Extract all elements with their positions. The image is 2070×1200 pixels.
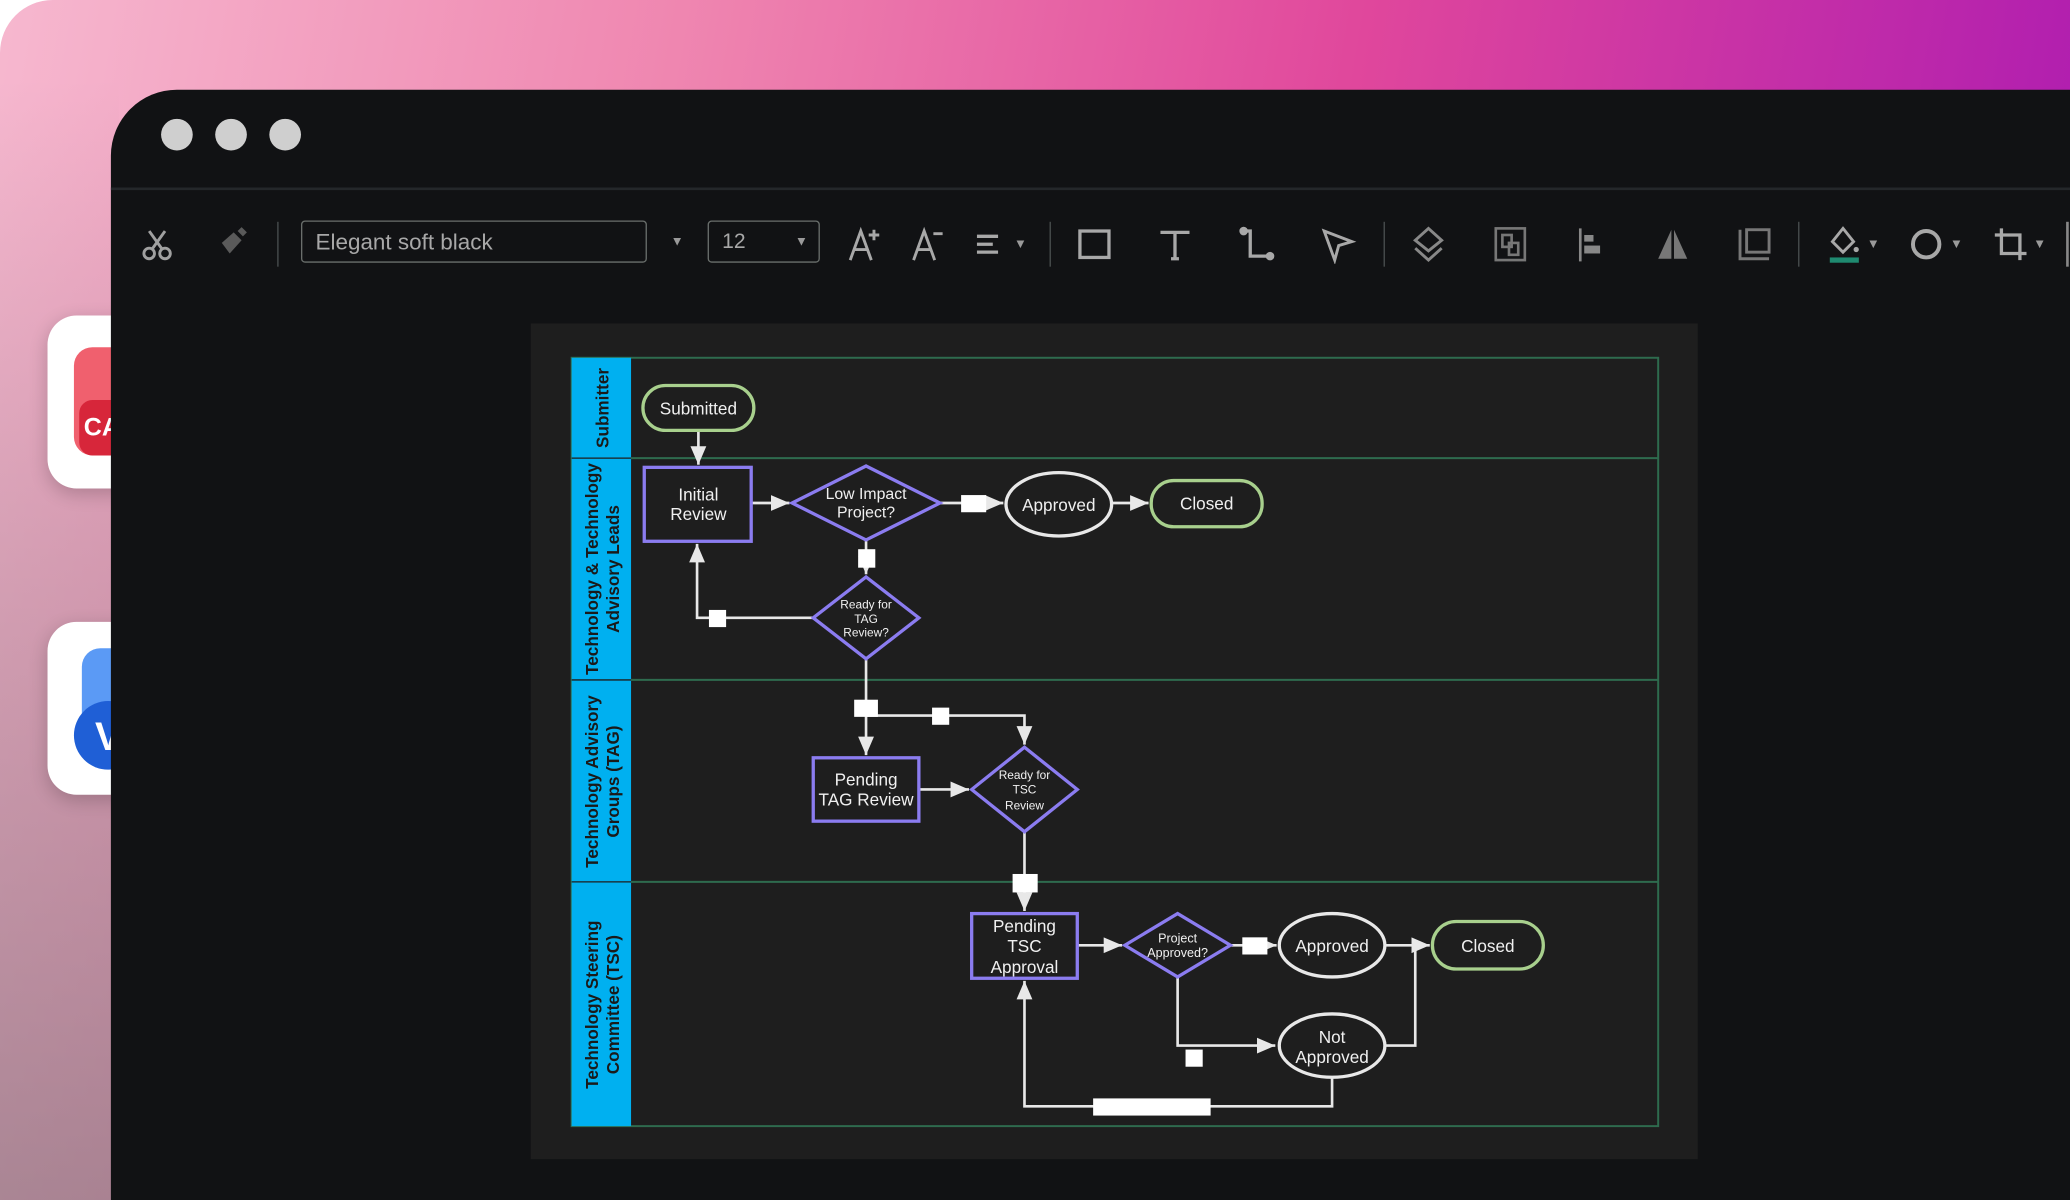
label-approved-1: Approved bbox=[1022, 495, 1095, 515]
label-approved-2: Approved bbox=[1295, 936, 1368, 956]
label-pending-tag-2: TAG Review bbox=[819, 789, 915, 809]
label-ready-tsc-3: Review bbox=[1005, 798, 1044, 812]
swimlane-diagram[interactable]: Submitter Technology & TechnologyAdvisor… bbox=[0, 0, 2070, 1200]
connector-labels bbox=[708, 495, 1268, 1116]
label-ready-tsc-2: TSC bbox=[1013, 782, 1037, 796]
label-not-approved-1: Not bbox=[1319, 1027, 1346, 1047]
label-ready-tsc-1: Ready for bbox=[999, 768, 1051, 782]
label-initial-review-2: Review bbox=[670, 504, 727, 524]
page: CAD V Elegant soft black ▼ 12▼ ▼ bbox=[0, 0, 2070, 1200]
label-ready-tag-1: Ready for bbox=[840, 598, 892, 612]
label-ready-tag-3: Review? bbox=[843, 625, 889, 639]
label-not-approved-2: Approved bbox=[1295, 1047, 1368, 1067]
label-project-approved-2: Approved? bbox=[1147, 946, 1208, 960]
label-pending-tsc-2: TSC bbox=[1007, 936, 1041, 956]
label-pending-tsc-3: Approval bbox=[991, 957, 1059, 977]
label-closed-2: Closed bbox=[1461, 936, 1514, 956]
label-ready-tag-2: TAG bbox=[854, 612, 878, 626]
lane-label-submitter: Submitter bbox=[593, 368, 613, 448]
label-low-impact-2: Project? bbox=[837, 505, 895, 522]
label-closed-1: Closed bbox=[1180, 494, 1233, 514]
label-low-impact-1: Low Impact bbox=[826, 486, 908, 503]
label-project-approved-1: Project bbox=[1158, 932, 1198, 946]
label-initial-review-1: Initial bbox=[678, 484, 718, 504]
label-pending-tsc-1: Pending bbox=[993, 916, 1056, 936]
label-pending-tag-1: Pending bbox=[835, 770, 898, 790]
lane-label-tsc: Technology SteeringCommittee (TSC) bbox=[582, 920, 623, 1088]
node-labels: Submitted Initial Review Low Impact Proj… bbox=[660, 399, 1515, 1067]
label-submitted: Submitted bbox=[660, 399, 737, 419]
